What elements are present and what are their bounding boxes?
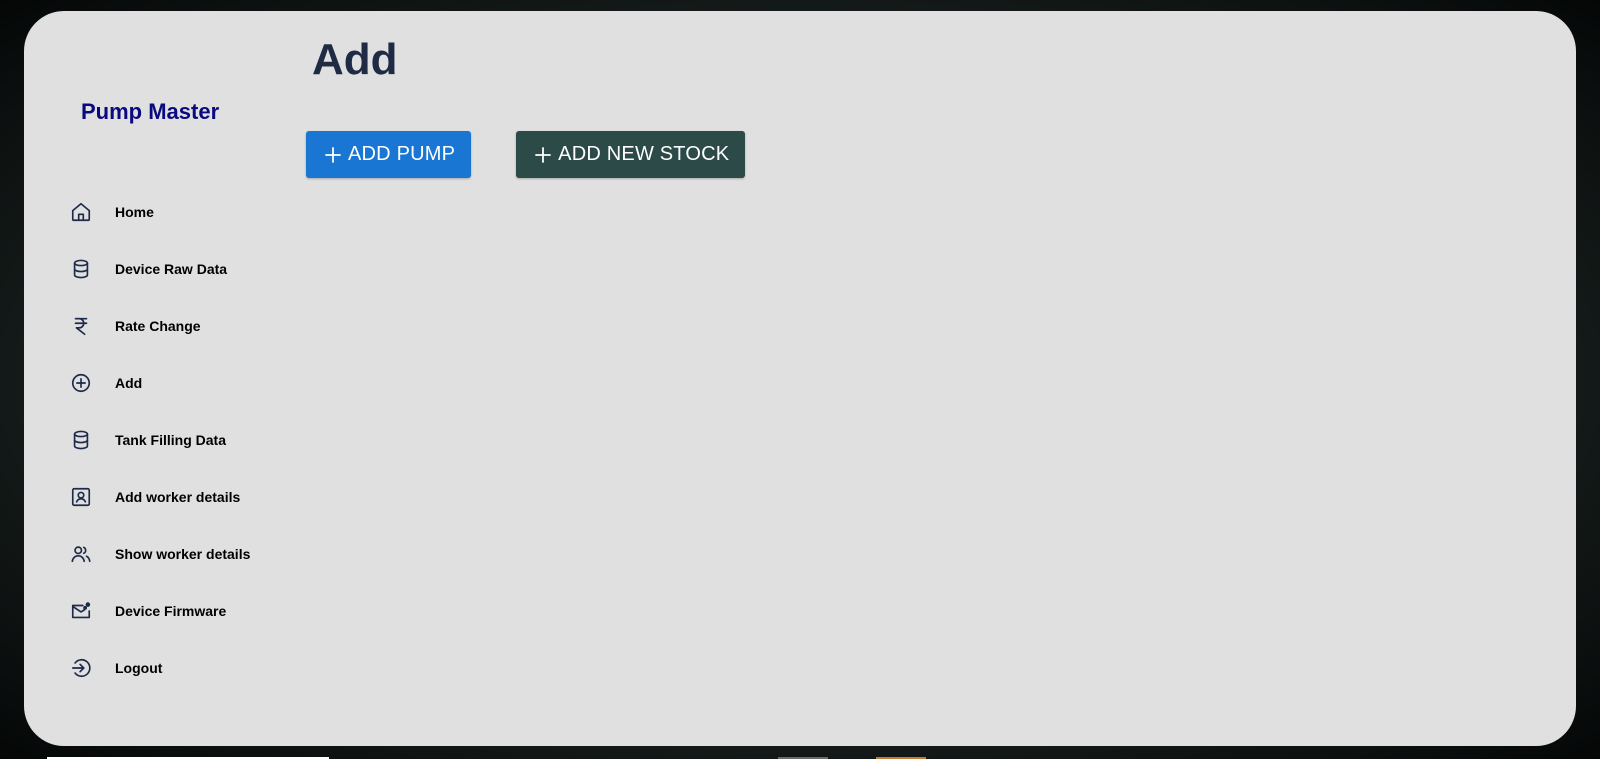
plus-icon <box>534 146 552 164</box>
sidebar-item-logout[interactable]: Logout <box>24 639 304 696</box>
sidebar-item-label: Add <box>115 374 143 391</box>
sidebar-item-show-worker-details[interactable]: Show worker details <box>24 525 304 582</box>
sidebar-item-label: Device Firmware <box>115 602 227 619</box>
sidebar-item-add-worker-details[interactable]: Add worker details <box>24 468 304 525</box>
plus-circle-icon <box>69 371 93 395</box>
sidebar-item-device-raw-data[interactable]: Device Raw Data <box>24 240 304 297</box>
sidebar-item-tank-filling-data[interactable]: Tank Filling Data <box>24 411 304 468</box>
page-title: Add <box>312 35 398 84</box>
add-pump-label: ADD PUMP <box>348 143 456 165</box>
sidebar-item-add[interactable]: Add <box>24 354 304 411</box>
sidebar-nav: Home Device Raw Data Rate Change Add Tan… <box>24 183 304 696</box>
plus-icon <box>324 146 342 164</box>
sidebar-item-label: Logout <box>115 659 163 676</box>
sidebar-item-label: Home <box>115 203 154 220</box>
sidebar: Pump Master Home Device Raw Data Rate Ch… <box>24 11 304 746</box>
sidebar-item-device-firmware[interactable]: Device Firmware <box>24 582 304 639</box>
logout-icon <box>69 656 93 680</box>
action-buttons: ADD PUMP ADD NEW STOCK <box>306 131 746 178</box>
brand-title: Pump Master <box>81 99 220 124</box>
contact-card-icon <box>69 485 93 509</box>
add-pump-button[interactable]: ADD PUMP <box>306 131 472 178</box>
app-card: Pump Master Home Device Raw Data Rate Ch… <box>24 11 1576 746</box>
sidebar-item-home[interactable]: Home <box>24 183 304 240</box>
sidebar-item-label: Add worker details <box>115 488 241 505</box>
sidebar-item-label: Tank Filling Data <box>115 431 226 448</box>
users-icon <box>69 542 93 566</box>
sidebar-item-label: Device Raw Data <box>115 260 228 277</box>
database-icon <box>69 428 93 452</box>
add-new-stock-label: ADD NEW STOCK <box>558 143 730 165</box>
sidebar-item-label: Rate Change <box>115 317 201 334</box>
database-icon <box>69 257 93 281</box>
home-icon <box>69 200 93 224</box>
add-new-stock-button[interactable]: ADD NEW STOCK <box>516 131 746 178</box>
sidebar-item-rate-change[interactable]: Rate Change <box>24 297 304 354</box>
sidebar-item-label: Show worker details <box>115 545 251 562</box>
mail-update-icon <box>69 599 93 623</box>
rupee-icon <box>69 314 93 338</box>
